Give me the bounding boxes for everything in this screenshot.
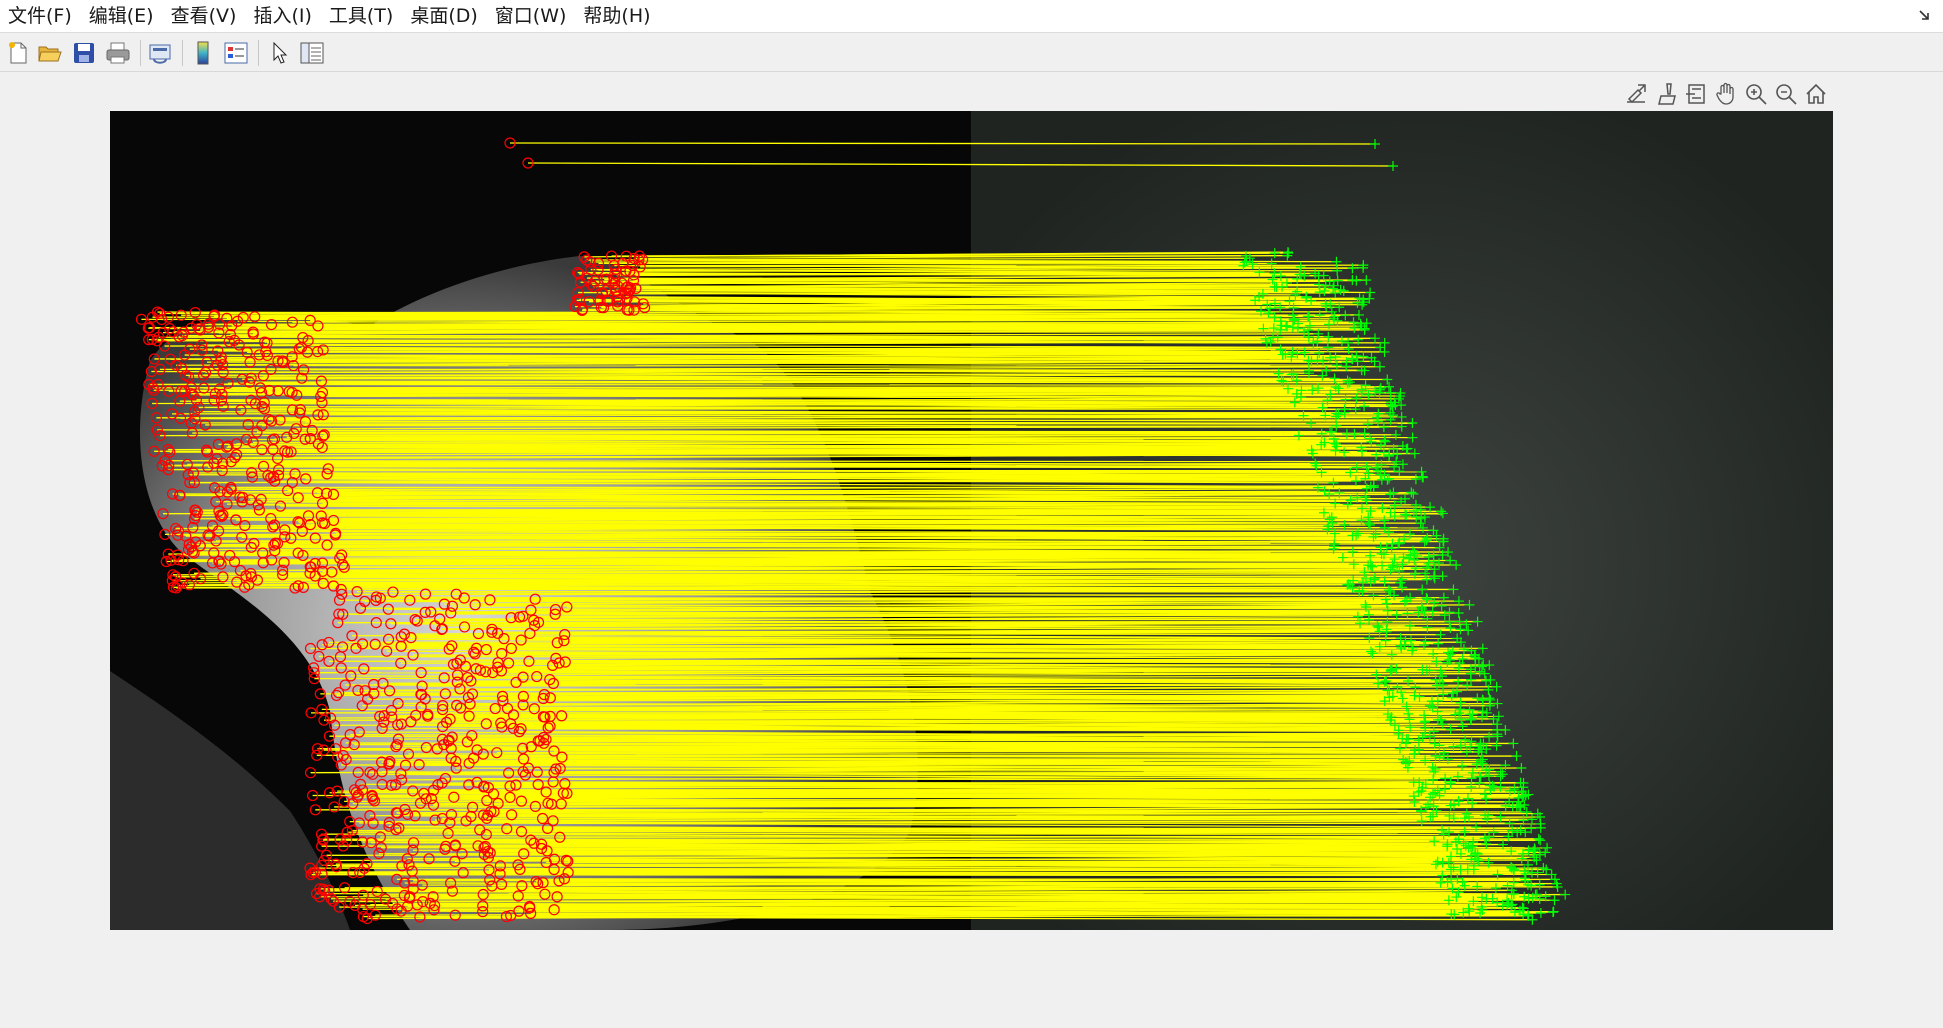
toolbar-separator [182, 40, 183, 66]
match-line [270, 368, 1362, 371]
match-line [489, 599, 1407, 602]
match-line [318, 442, 1335, 445]
menu-insert[interactable]: 插入(I) [245, 0, 320, 33]
menu-edit[interactable]: 编辑(E) [81, 0, 163, 33]
dock-arrow-icon[interactable] [1915, 6, 1933, 24]
zoom-out-icon[interactable] [1772, 79, 1800, 109]
colorbar-icon[interactable] [189, 39, 217, 67]
menu-window[interactable]: 窗口(W) [487, 0, 576, 33]
match-line [413, 653, 1451, 656]
select-pointer-icon[interactable] [266, 39, 294, 67]
link-plot-icon[interactable] [146, 39, 174, 67]
property-inspector-icon[interactable] [298, 39, 326, 67]
menu-tools[interactable]: 工具(T) [321, 0, 402, 33]
toolbar-separator [140, 40, 141, 66]
legend-icon[interactable] [222, 39, 250, 67]
print-icon[interactable] [104, 39, 132, 67]
match-line [293, 364, 1347, 367]
menu-bar: 文件(F) 编辑(E) 查看(V) 插入(I) 工具(T) 桌面(D) 窗口(W… [0, 0, 1943, 33]
match-line [435, 818, 1488, 821]
match-line [157, 383, 1366, 386]
feature-match-image [110, 111, 1833, 930]
match-line [311, 874, 1443, 877]
match-line [451, 645, 1380, 648]
menu-file[interactable]: 文件(F) [0, 0, 81, 33]
match-line [154, 450, 1336, 452]
menu-desktop[interactable]: 桌面(D) [402, 0, 486, 33]
axes-toolbar [1622, 79, 1834, 109]
brush-icon[interactable] [1652, 79, 1680, 109]
new-figure-icon[interactable] [4, 39, 32, 67]
menu-view[interactable]: 查看(V) [163, 0, 246, 33]
match-line [561, 803, 1455, 806]
pan-icon[interactable] [1712, 79, 1740, 109]
match-line [413, 887, 1496, 890]
match-line [453, 796, 1519, 799]
figure-axes[interactable] [110, 111, 1833, 930]
save-icon[interactable] [70, 39, 98, 67]
toolbar-separator [258, 40, 259, 66]
match-line [555, 613, 1445, 616]
home-icon[interactable] [1802, 79, 1830, 109]
open-file-icon[interactable] [36, 39, 64, 67]
match-line [319, 896, 1482, 898]
match-line [251, 575, 1443, 578]
match-line [333, 899, 1449, 902]
zoom-in-icon[interactable] [1742, 79, 1770, 109]
menu-help[interactable]: 帮助(H) [575, 0, 659, 33]
match-line [324, 434, 1299, 437]
match-line [622, 261, 1245, 264]
match-line [391, 709, 1483, 712]
export-icon[interactable] [1622, 79, 1650, 109]
figure-toolbar [0, 34, 1943, 72]
data-tips-icon[interactable] [1682, 79, 1710, 109]
match-line [322, 391, 1362, 394]
match-line [163, 331, 1305, 334]
